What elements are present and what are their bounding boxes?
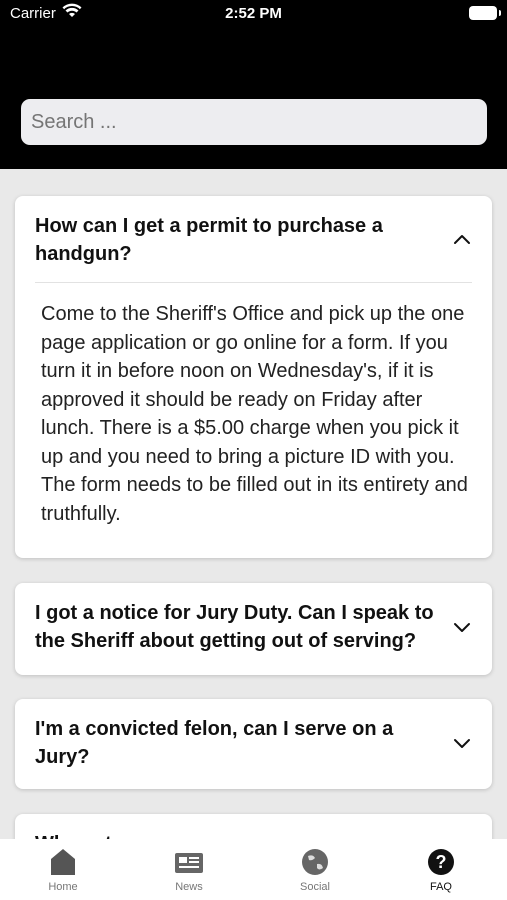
divider (35, 282, 472, 283)
faq-item[interactable]: I got a notice for Jury Duty. Can I spea… (15, 583, 492, 675)
faq-item[interactable]: How can I get a permit to purchase a han… (15, 196, 492, 558)
battery-icon (469, 6, 501, 20)
status-bar: Carrier 2:52 PM (0, 0, 507, 30)
faq-item[interactable]: Wh... ...t ... (15, 814, 492, 839)
home-icon (51, 849, 75, 875)
faq-answer: Come to the Sheriff's Office and pick up… (41, 303, 468, 525)
search-input[interactable] (21, 99, 487, 145)
tab-home[interactable]: Home (23, 847, 103, 893)
tab-label: Home (48, 881, 78, 893)
status-time: 2:52 PM (225, 5, 282, 22)
chevron-down-icon[interactable] (452, 737, 472, 751)
faq-question: I'm a convicted felon, can I serve on a … (35, 718, 394, 768)
header: Carrier 2:52 PM (0, 0, 507, 169)
faq-item[interactable]: I'm a convicted felon, can I serve on a … (15, 699, 492, 789)
tab-faq[interactable]: ? FAQ (401, 847, 481, 893)
tab-label: Social (300, 881, 330, 893)
faq-question: Wh... ...t ... (35, 830, 445, 839)
tab-label: FAQ (429, 881, 452, 893)
faq-list: How can I get a permit to purchase a han… (0, 169, 507, 839)
tab-label: News (175, 881, 203, 893)
faq-question: How can I get a permit to purchase a han… (35, 215, 383, 265)
tab-bar: Home News Social ? FAQ (0, 839, 507, 900)
chevron-up-icon[interactable] (452, 232, 472, 246)
newspaper-icon (175, 853, 203, 873)
faq-question: I got a notice for Jury Duty. Can I spea… (35, 602, 434, 652)
globe-icon (302, 849, 328, 875)
question-icon: ? (428, 849, 454, 875)
tab-news[interactable]: News (149, 847, 229, 893)
svg-text:?: ? (436, 852, 447, 872)
chevron-down-icon[interactable] (452, 621, 472, 635)
tab-social[interactable]: Social (275, 847, 355, 893)
